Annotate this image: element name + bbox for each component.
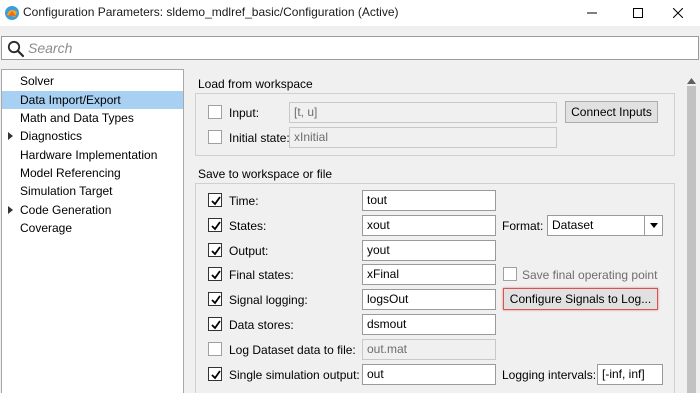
single-simulation-output-field[interactable]: out	[362, 364, 496, 385]
simulink-app-icon	[4, 5, 20, 21]
checkmark-icon	[211, 221, 221, 231]
tree-item-label: Math and Data Types	[20, 111, 134, 125]
input-field[interactable]: [t, u]	[289, 102, 557, 123]
load-section-title: Load from workspace	[198, 77, 313, 91]
checkmark-icon	[211, 370, 221, 380]
window-title: Configuration Parameters: sldemo_mdlref_…	[23, 5, 399, 19]
input-checkbox[interactable]	[208, 105, 222, 119]
expand-arrow-icon[interactable]	[8, 206, 13, 214]
tree-item-diagnostics[interactable]: Diagnostics	[2, 127, 183, 145]
data-stores-checkbox[interactable]	[208, 317, 222, 331]
output-label: Output:	[229, 244, 269, 258]
tree-item-model-referencing[interactable]: Model Referencing	[2, 164, 183, 182]
title-bar: Configuration Parameters: sldemo_mdlref_…	[0, 0, 700, 26]
signal-logging-checkbox[interactable]	[208, 292, 222, 306]
close-button[interactable]	[655, 0, 700, 26]
states-label: States:	[229, 219, 267, 233]
final-states-field[interactable]: xFinal	[362, 264, 496, 285]
data-stores-field[interactable]: dsmout	[362, 314, 496, 335]
checkmark-icon	[211, 246, 221, 256]
search-bar	[1, 36, 699, 60]
tree-item-label: Solver	[20, 74, 55, 88]
tree-item-label: Code Generation	[20, 203, 112, 217]
tree-item-label: Data Import/Export	[20, 93, 121, 107]
states-checkbox[interactable]	[208, 218, 222, 232]
checkmark-icon	[211, 196, 221, 206]
format-label: Format:	[502, 219, 544, 233]
checkmark-icon	[211, 270, 221, 280]
format-dropdown-value: Dataset	[552, 218, 594, 232]
scroll-up-arrow-icon[interactable]	[687, 73, 696, 87]
final-states-checkbox[interactable]	[208, 267, 222, 281]
tree-item-label: Model Referencing	[20, 166, 121, 180]
log-dataset-to-file-checkbox[interactable]	[208, 342, 222, 356]
save-final-operating-point-checkbox[interactable]	[503, 267, 517, 281]
logging-intervals-field[interactable]: [-inf, inf]	[597, 364, 663, 385]
tree-item-simulation-target[interactable]: Simulation Target	[2, 182, 183, 200]
final-states-label: Final states:	[229, 268, 294, 282]
tree-item-label: Coverage	[20, 221, 73, 235]
time-label: Time:	[229, 194, 259, 208]
output-field[interactable]: yout	[362, 240, 496, 261]
tree-item-label: Diagnostics	[20, 129, 83, 143]
tree-item-math-and-data-types[interactable]: Math and Data Types	[2, 109, 183, 127]
states-field[interactable]: xout	[362, 215, 496, 236]
log-dataset-to-file-label: Log Dataset data to file:	[229, 343, 356, 357]
log-dataset-file-field[interactable]: out.mat	[362, 339, 496, 360]
search-icon	[7, 40, 25, 61]
tree-item-code-generation[interactable]: Code Generation	[2, 201, 183, 219]
initial-state-checkbox[interactable]	[208, 130, 222, 144]
checkmark-icon	[211, 320, 221, 330]
tree-item-solver[interactable]: Solver	[2, 72, 183, 90]
data-stores-label: Data stores:	[229, 318, 294, 332]
output-checkbox[interactable]	[208, 243, 222, 257]
format-dropdown[interactable]: Dataset	[547, 215, 663, 236]
tree-item-data-import-export[interactable]: Data Import/Export	[2, 91, 183, 109]
single-simulation-output-label: Single simulation output:	[229, 368, 360, 382]
input-label: Input:	[229, 106, 260, 120]
configure-signals-to-log-button[interactable]: Configure Signals to Log...	[503, 288, 658, 310]
chevron-down-icon[interactable]	[644, 216, 662, 235]
signal-logging-label: Signal logging:	[229, 293, 308, 307]
tree-item-coverage[interactable]: Coverage	[2, 219, 183, 237]
vertical-scrollbar[interactable]	[683, 69, 700, 393]
tree-item-label: Simulation Target	[20, 184, 113, 198]
save-final-operating-point-label: Save final operating point	[522, 268, 658, 282]
save-section-title: Save to workspace or file	[198, 167, 333, 181]
search-input[interactable]	[28, 39, 688, 57]
signal-logging-field[interactable]: logsOut	[362, 289, 496, 310]
expand-arrow-icon[interactable]	[8, 132, 13, 140]
connect-inputs-button[interactable]: Connect Inputs	[565, 101, 658, 123]
tree-item-hardware-implementation[interactable]: Hardware Implementation	[2, 146, 183, 164]
category-tree: Solver Data Import/Export Math and Data …	[1, 69, 184, 393]
time-field[interactable]: tout	[362, 190, 496, 211]
minimize-button[interactable]	[569, 0, 615, 26]
initial-state-field[interactable]: xInitial	[289, 127, 557, 148]
checkmark-icon	[211, 295, 221, 305]
single-simulation-output-checkbox[interactable]	[208, 367, 222, 381]
scrollbar-thumb[interactable]	[687, 86, 696, 393]
logging-intervals-label: Logging intervals:	[502, 368, 597, 382]
time-checkbox[interactable]	[208, 193, 222, 207]
tree-item-label: Hardware Implementation	[20, 148, 158, 162]
initial-state-label: Initial state:	[229, 131, 290, 145]
